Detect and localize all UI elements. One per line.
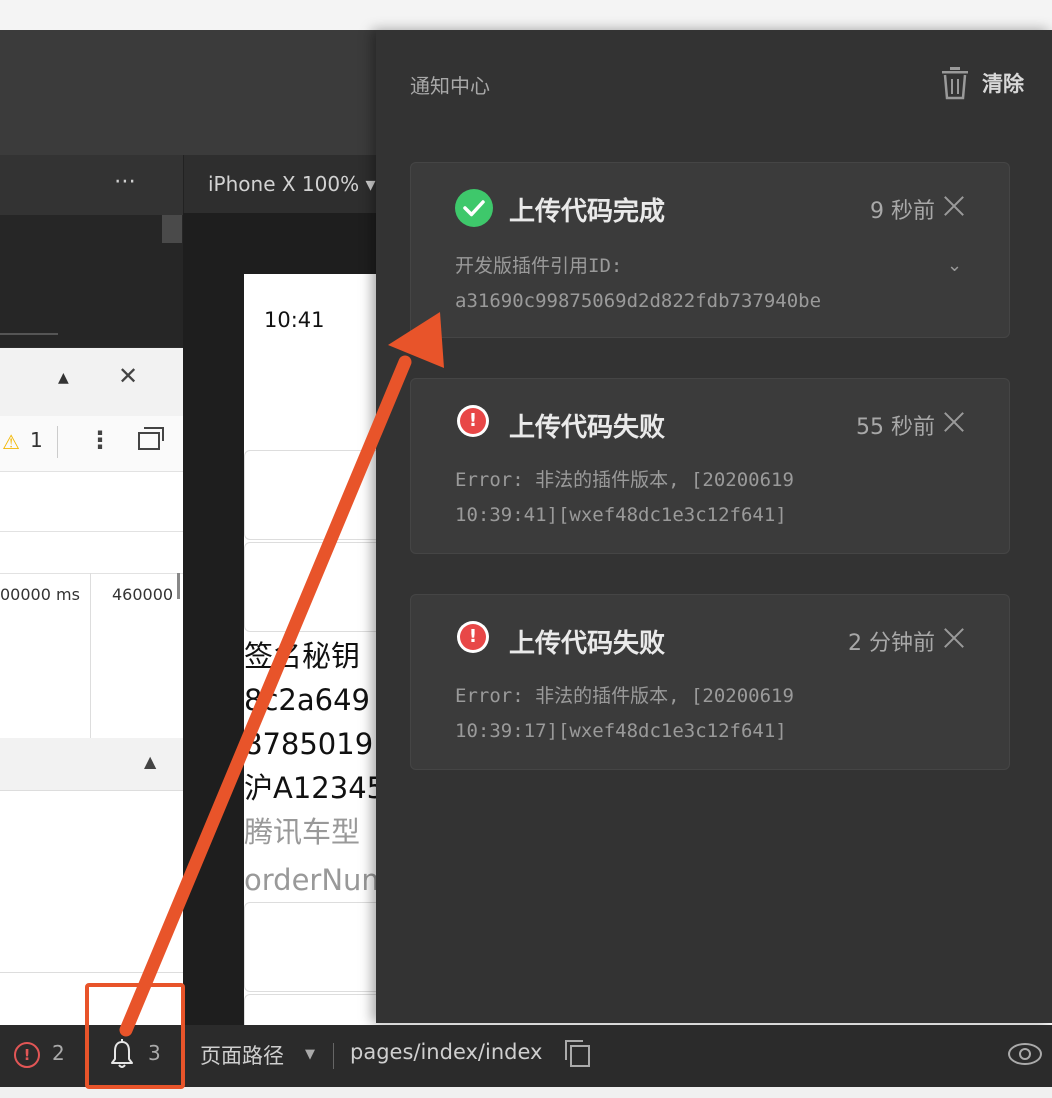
notification-body-line: a31690c99875069d2d822fdb737940be [455, 290, 822, 312]
chevron-down-icon[interactable]: ⌄ [947, 255, 962, 276]
devtools-content: ⚠ 1 ⋮ 00000 ms 460000 ▲ [0, 416, 183, 1025]
caret-down-icon[interactable]: ▼ [305, 1047, 315, 1062]
collapse-up-icon[interactable]: ▲ [144, 752, 156, 771]
phone-card[interactable] [244, 994, 383, 1025]
close-icon[interactable]: ✕ [118, 362, 138, 390]
devtools-toolbar: ⚠ 1 ⋮ [0, 416, 183, 472]
collapse-up-icon[interactable]: ▲ [58, 370, 69, 386]
error-icon: ! [457, 621, 489, 653]
notification-center-title: 通知中心 [410, 74, 490, 98]
kebab-menu-icon[interactable]: ⋮ [88, 426, 112, 454]
phone-card[interactable] [244, 450, 383, 540]
notification-body-line: Error: 非法的插件版本, [20200619 [455, 685, 794, 707]
error-icon: ! [457, 405, 489, 437]
error-icon[interactable]: ! [14, 1042, 40, 1068]
status-time: 10:41 [264, 308, 325, 332]
phone-text-line: 腾讯车型 [244, 815, 361, 849]
divider [0, 972, 183, 973]
annotation-highlight-box [85, 983, 185, 1089]
notification-title: 上传代码失败 [509, 629, 666, 659]
notification-card[interactable]: 上传代码完成 9 秒前 ⌄ 开发版插件引用ID: a31690c99875069… [410, 162, 1010, 338]
notification-body: Error: 非法的插件版本, [20200619 10:39:17][wxef… [455, 679, 794, 749]
notification-title: 上传代码失败 [509, 413, 666, 443]
notification-title: 上传代码完成 [509, 197, 666, 227]
scrollbar-thumb[interactable] [162, 215, 182, 243]
notification-body-line: 10:39:17][wxef48dc1e3c12f641] [455, 720, 787, 742]
warning-icon[interactable]: ⚠ [2, 430, 20, 454]
debugger-panel: ⋯ ▲ ✕ ⚠ 1 ⋮ 00000 ms 460000 ▲ [0, 155, 183, 1025]
phone-card[interactable] [244, 542, 383, 632]
page-path-label[interactable]: 页面路径 [200, 1040, 284, 1070]
phone-text-line: 沪A12345 [244, 771, 383, 805]
more-horizontal-icon[interactable]: ⋯ [114, 169, 137, 194]
trash-icon[interactable] [940, 66, 970, 100]
error-exclamation: ! [460, 408, 486, 434]
notification-body-line: 开发版插件引用ID: [455, 255, 623, 277]
timing-value: 460000 [112, 585, 174, 604]
clear-button[interactable]: 清除 [982, 68, 1024, 98]
divider [0, 333, 58, 335]
warning-count: 1 [30, 428, 43, 452]
timing-value: 00000 ms [0, 585, 80, 604]
notification-time: 55 秒前 [856, 415, 935, 440]
notification-card[interactable]: ! 上传代码失败 2 分钟前 Error: 非法的插件版本, [20200619… [410, 594, 1010, 770]
section-header[interactable]: ▲ [0, 738, 183, 791]
phone-text-line: 签名秘钥 [244, 639, 361, 673]
notification-body-line: Error: 非法的插件版本, [20200619 [455, 469, 794, 491]
window-top-strip [0, 0, 1052, 30]
debugger-dark-area [0, 215, 183, 347]
phone-screen: 10:41 签名秘钥 8c2a649 87850191 沪A12345 腾讯车型… [244, 274, 383, 1025]
devtools-row [0, 471, 183, 532]
notification-body: 开发版插件引用ID: a31690c99875069d2d822fdb73794… [455, 249, 821, 319]
notification-center: 通知中心 清除 上传代码完成 9 秒前 ⌄ 开发版插件引用ID: a31690c… [376, 30, 1052, 1023]
error-exclamation: ! [460, 624, 486, 650]
page-path-value: pages/index/index [350, 1040, 543, 1064]
eye-icon[interactable] [1008, 1043, 1042, 1065]
phone-card[interactable] [244, 902, 383, 992]
devtools-row [0, 531, 183, 574]
error-count[interactable]: 2 [52, 1041, 65, 1065]
timing-row: 00000 ms 460000 [0, 573, 183, 739]
notification-time: 2 分钟前 [848, 631, 935, 656]
notification-time: 9 秒前 [870, 199, 935, 224]
debugger-toolbar: ⋯ [0, 155, 183, 215]
devtools-header: ▲ ✕ [0, 348, 183, 417]
close-icon[interactable] [943, 195, 965, 217]
notification-body: Error: 非法的插件版本, [20200619 10:39:41][wxef… [455, 463, 794, 533]
device-selector[interactable]: iPhone X 100% ▾ [208, 172, 376, 196]
copy-icon[interactable] [565, 1040, 590, 1067]
dock-side-icon[interactable] [138, 427, 164, 450]
status-separator [333, 1043, 334, 1069]
column-resize-handle[interactable] [177, 573, 180, 599]
close-icon[interactable] [943, 411, 965, 433]
phone-text-line: orderNum [244, 863, 383, 897]
success-check-icon [455, 189, 493, 227]
column-divider [90, 573, 91, 738]
notification-card[interactable]: ! 上传代码失败 55 秒前 Error: 非法的插件版本, [20200619… [410, 378, 1010, 554]
phone-text-line: 87850191 [244, 727, 383, 761]
notification-body-line: 10:39:41][wxef48dc1e3c12f641] [455, 504, 787, 526]
toolbar-separator [57, 426, 58, 458]
phone-text-line: 8c2a649 [244, 683, 370, 717]
close-icon[interactable] [943, 627, 965, 649]
simulator-toolbar: iPhone X 100% ▾ [183, 155, 384, 213]
